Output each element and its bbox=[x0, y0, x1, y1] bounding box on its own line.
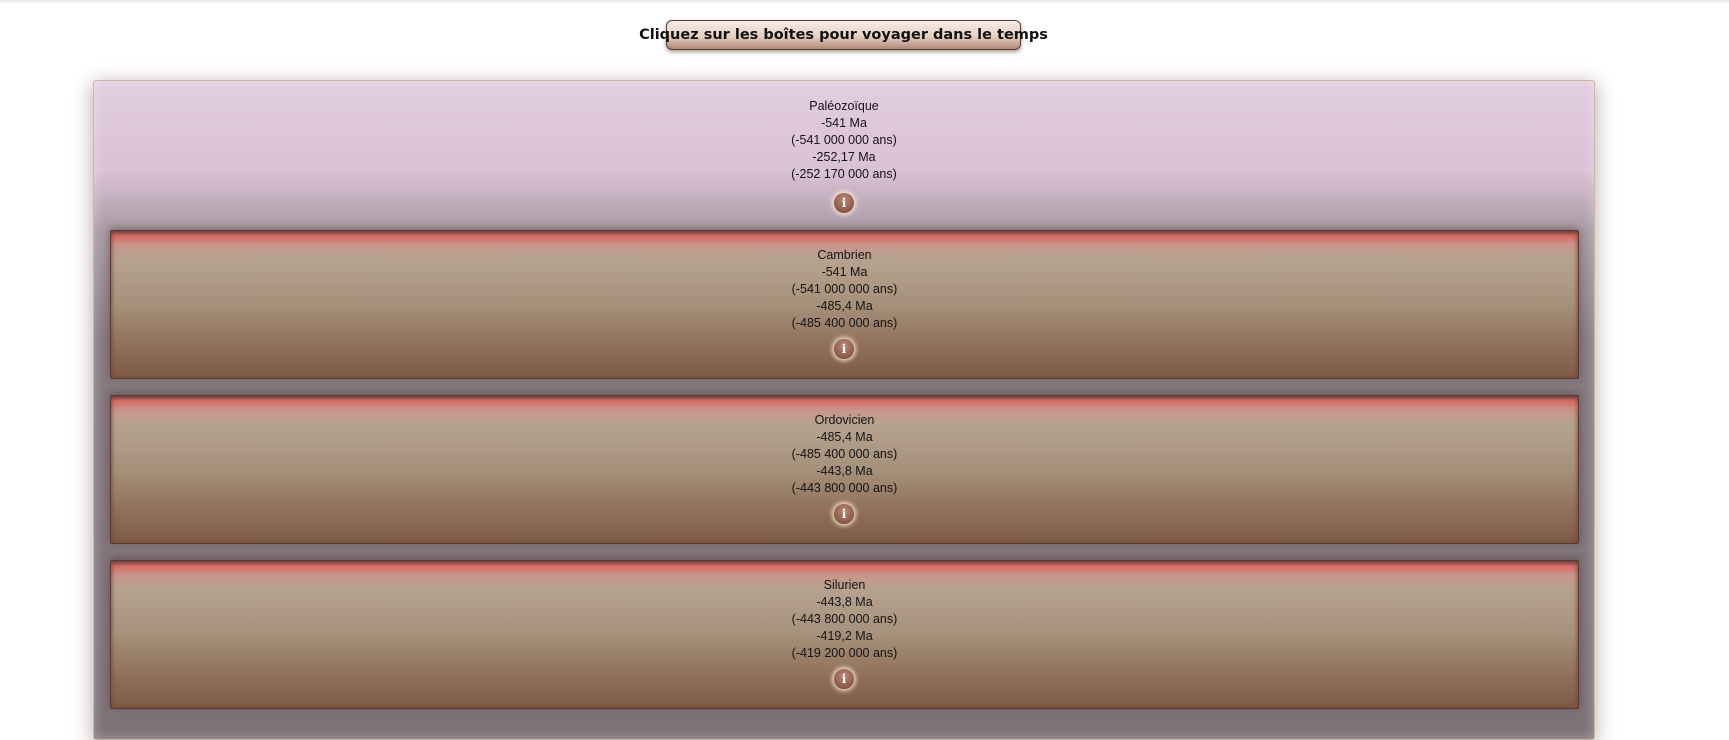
period-box-silurien[interactable]: Silurien -443,8 Ma (-443 800 000 ans) -4… bbox=[110, 560, 1579, 709]
period-info-icon[interactable]: i bbox=[834, 669, 854, 689]
period-info-text: Cambrien -541 Ma (-541 000 000 ans) -485… bbox=[111, 247, 1578, 332]
period-start-years: (-541 000 000 ans) bbox=[791, 282, 898, 296]
top-border bbox=[0, 0, 1729, 4]
era-info-text: Paléozoïque -541 Ma (-541 000 000 ans) -… bbox=[94, 98, 1594, 183]
period-name: Silurien bbox=[823, 578, 866, 592]
era-start-years: (-541 000 000 ans) bbox=[791, 133, 897, 147]
period-start-ma: -443,8 Ma bbox=[816, 595, 873, 609]
period-start-ma: -485,4 Ma bbox=[816, 430, 873, 444]
era-end-ma: -252,17 Ma bbox=[812, 150, 876, 164]
period-end-years: (-419 200 000 ans) bbox=[791, 646, 898, 660]
period-name: Cambrien bbox=[817, 248, 872, 262]
period-end-years: (-443 800 000 ans) bbox=[791, 481, 898, 495]
period-box-ordovicien[interactable]: Ordovicien -485,4 Ma (-485 400 000 ans) … bbox=[110, 395, 1579, 544]
period-end-ma: -419,2 Ma bbox=[816, 629, 873, 643]
period-end-ma: -443,8 Ma bbox=[816, 464, 873, 478]
era-name: Paléozoïque bbox=[809, 99, 879, 113]
era-info-icon[interactable]: i bbox=[834, 193, 854, 213]
era-end-years: (-252 170 000 ans) bbox=[791, 167, 897, 181]
era-start-ma: -541 Ma bbox=[821, 116, 867, 130]
period-box-cambrien[interactable]: Cambrien -541 Ma (-541 000 000 ans) -485… bbox=[110, 230, 1579, 379]
period-start-years: (-485 400 000 ans) bbox=[791, 447, 898, 461]
period-name: Ordovicien bbox=[814, 413, 875, 427]
time-travel-title-button[interactable]: Cliquez sur les boîtes pour voyager dans… bbox=[639, 20, 1048, 50]
period-end-ma: -485,4 Ma bbox=[816, 299, 873, 313]
period-start-ma: -541 Ma bbox=[821, 265, 868, 279]
period-start-years: (-443 800 000 ans) bbox=[791, 612, 898, 626]
period-info-icon[interactable]: i bbox=[834, 339, 854, 359]
period-info-text: Silurien -443,8 Ma (-443 800 000 ans) -4… bbox=[111, 577, 1578, 662]
period-end-years: (-485 400 000 ans) bbox=[791, 316, 898, 330]
period-info-icon[interactable]: i bbox=[834, 504, 854, 524]
period-info-text: Ordovicien -485,4 Ma (-485 400 000 ans) … bbox=[111, 412, 1578, 497]
